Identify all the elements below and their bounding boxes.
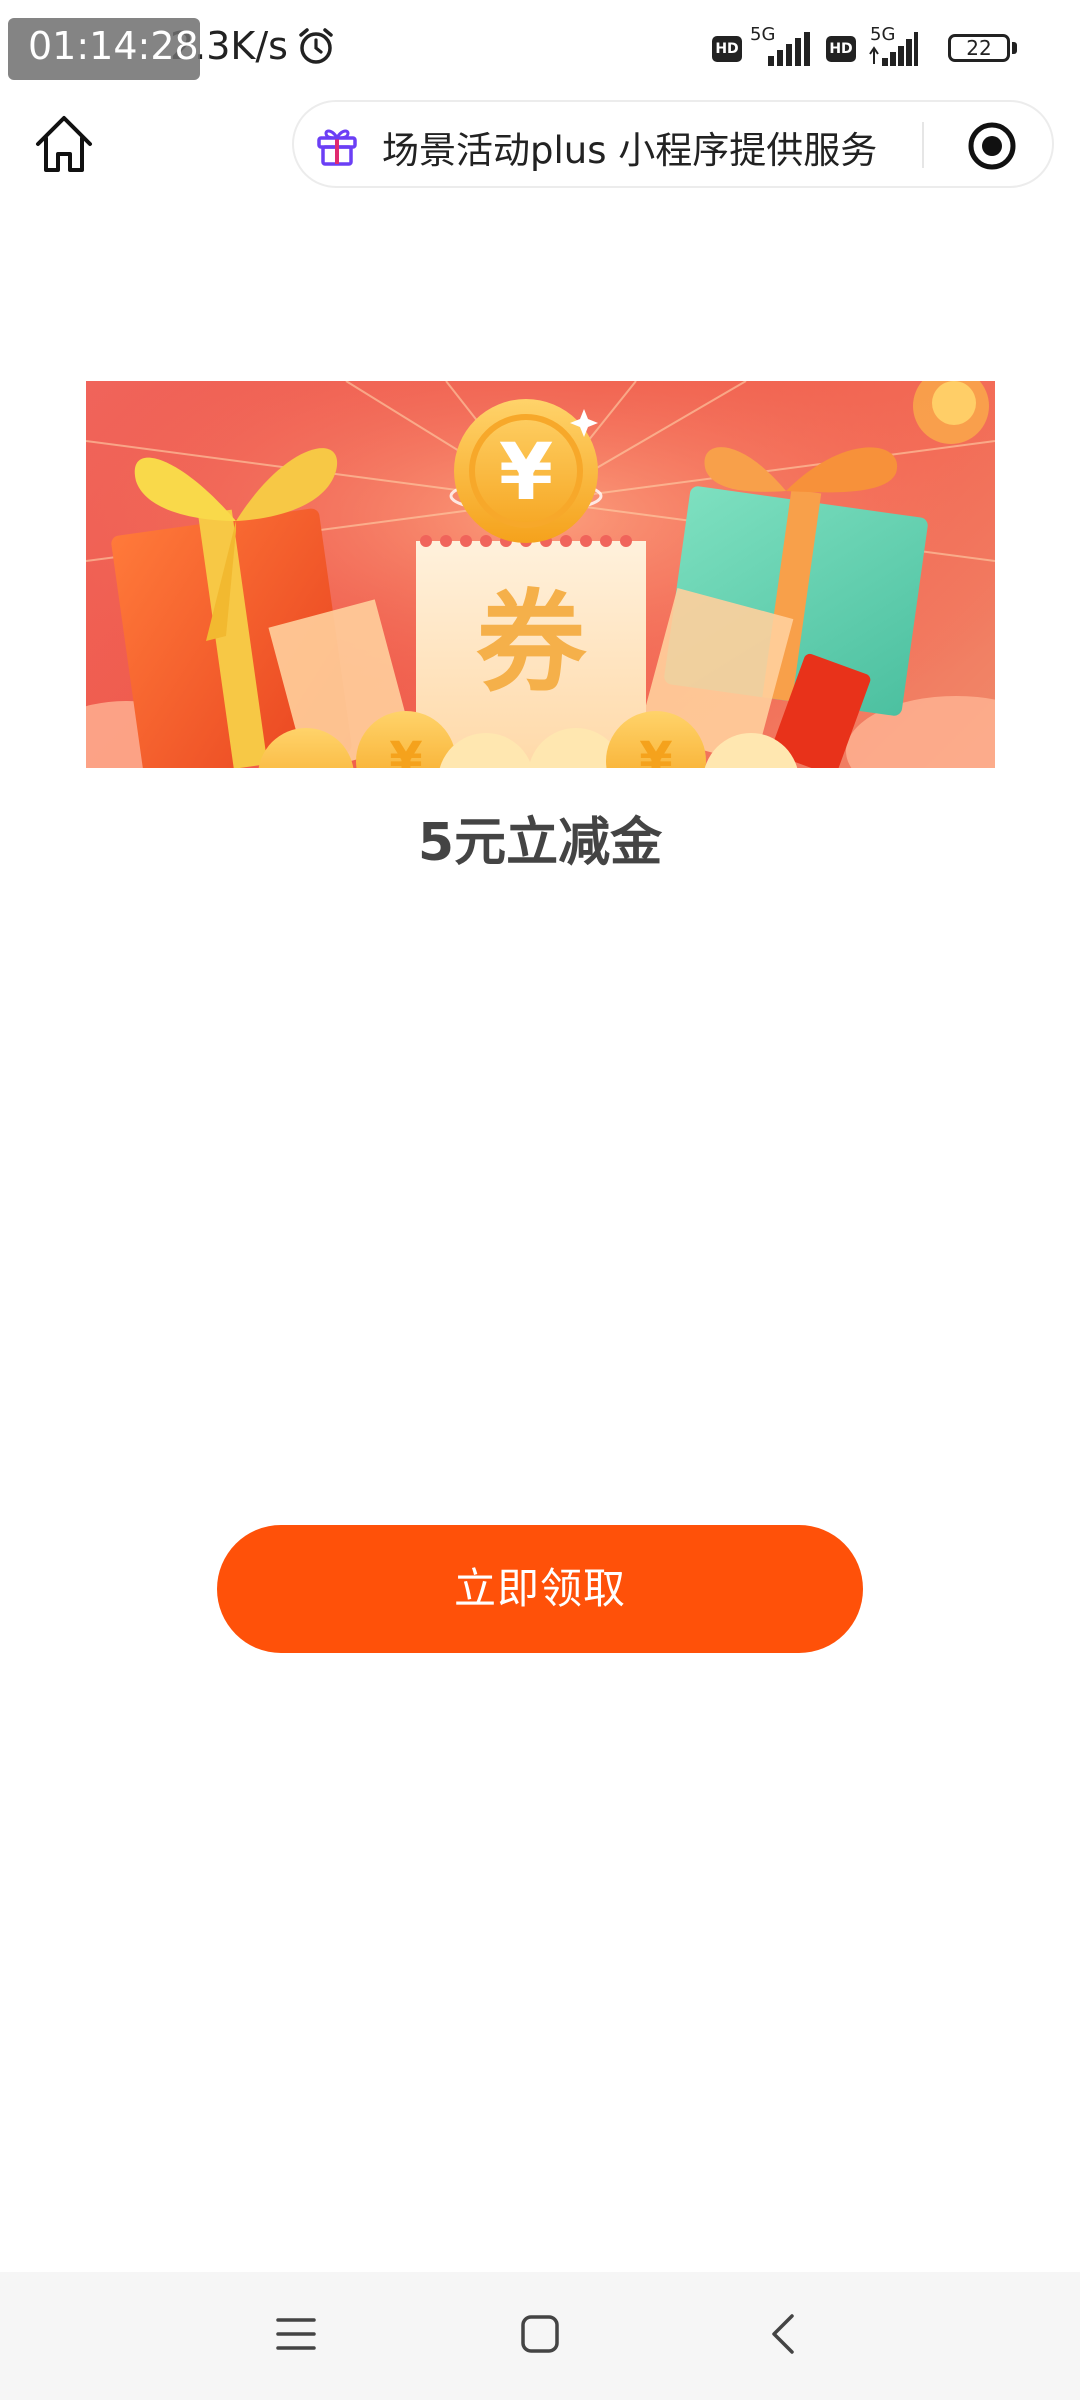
signal-icon [768, 32, 810, 66]
menu-icon[interactable] [276, 2314, 316, 2354]
screen: 2.3K/s 01:14:28 HD 5G HD 5G 22 场景活动plus … [0, 0, 1080, 2400]
yen-symbol: ¥ [639, 732, 672, 768]
home-icon[interactable] [30, 110, 98, 178]
yen-symbol: ¥ [389, 732, 422, 768]
record-icon[interactable] [966, 120, 1018, 172]
home-square-icon[interactable] [520, 2314, 560, 2354]
mini-program-capsule[interactable]: 场景活动plus 小程序提供服务 [292, 100, 1054, 188]
signal-group-1: HD 5G [712, 24, 816, 68]
coupon-banner: 券 ¥ ¥ ¥ [86, 381, 995, 768]
yen-symbol: ¥ [499, 428, 553, 518]
back-icon[interactable] [768, 2312, 800, 2356]
battery-level: 22 [966, 36, 992, 60]
gift-icon [317, 129, 357, 166]
status-bar: 2.3K/s 01:14:28 HD 5G HD 5G 22 [0, 0, 1080, 96]
hd-icon: HD [826, 36, 856, 62]
claim-button[interactable]: 立即领取 [217, 1525, 863, 1653]
coupon-char: 券 [476, 579, 587, 707]
capsule-text: 场景活动plus 小程序提供服务 [382, 129, 878, 172]
system-nav-bar [0, 2272, 1080, 2400]
signal-group-2: HD 5G [826, 24, 936, 68]
banner-illustration: 券 ¥ ¥ ¥ [86, 381, 995, 768]
hd-icon: HD [712, 36, 742, 62]
signal-icon [869, 32, 918, 66]
battery-nub [1012, 42, 1017, 54]
battery-icon: 22 [948, 34, 1010, 62]
alarm-icon [299, 28, 333, 64]
coupon-title: 5元立减金 [417, 813, 663, 873]
capsule-divider [922, 122, 924, 168]
status-time: 01:14:28 [28, 24, 199, 68]
